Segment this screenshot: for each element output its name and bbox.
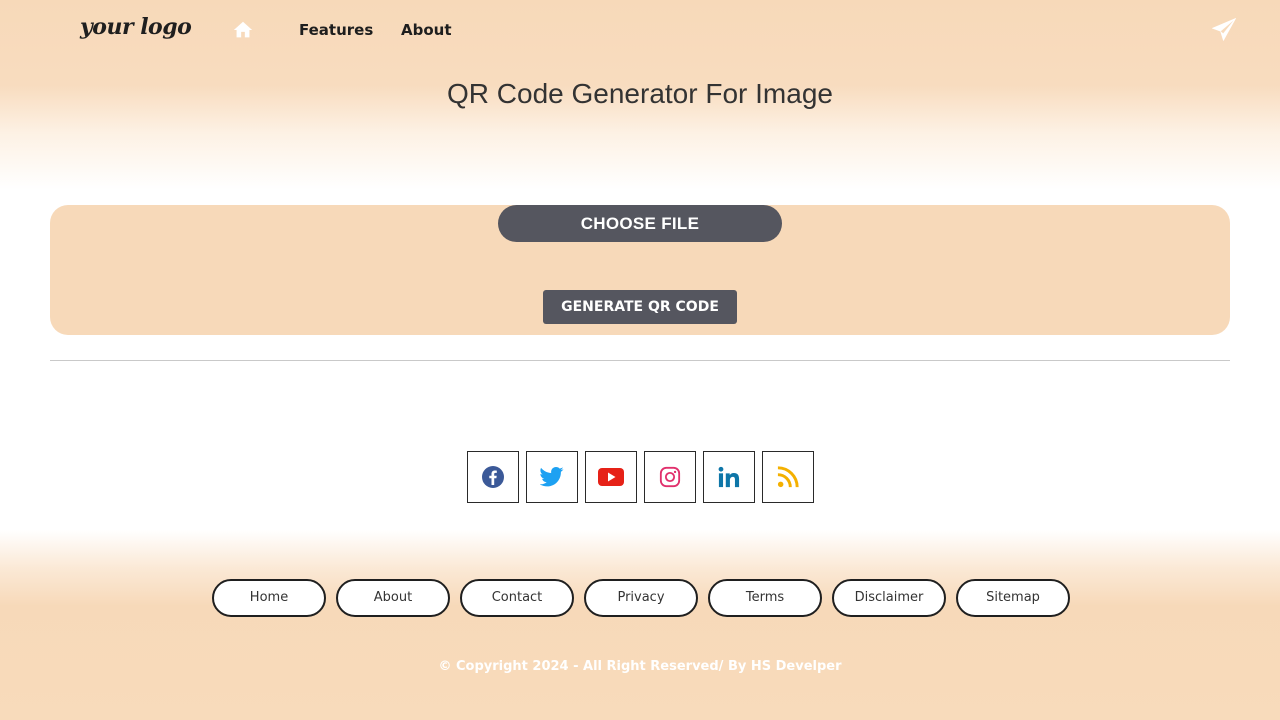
footer-link-about[interactable]: About (336, 579, 450, 617)
linkedin-link[interactable] (703, 451, 755, 503)
footer-link-privacy[interactable]: Privacy (584, 579, 698, 617)
twitter-icon (540, 467, 564, 487)
facebook-icon (482, 466, 504, 488)
footer-link-disclaimer[interactable]: Disclaimer (832, 579, 946, 617)
divider (50, 360, 1230, 361)
rss-icon (777, 466, 799, 488)
home-icon[interactable] (232, 19, 254, 41)
copyright-text: © Copyright 2024 - All Right Reserved/ B… (438, 659, 842, 674)
upload-panel: CHOOSE FILE GENERATE QR CODE (50, 205, 1230, 335)
nav-about-link[interactable]: About (401, 21, 452, 39)
paper-plane-icon[interactable] (1210, 16, 1238, 44)
footer-link-contact[interactable]: Contact (460, 579, 574, 617)
twitter-link[interactable] (526, 451, 578, 503)
generate-qr-button[interactable]: GENERATE QR CODE (543, 290, 737, 324)
linkedin-icon (718, 466, 740, 488)
footer-link-sitemap[interactable]: Sitemap (956, 579, 1070, 617)
page-title: QR Code Generator For Image (447, 78, 833, 109)
navbar: your logo Features About (0, 0, 1280, 62)
instagram-icon (659, 466, 681, 488)
social-links (467, 451, 814, 503)
logo[interactable]: your logo (80, 14, 192, 40)
footer-background (0, 530, 1280, 720)
footer-nav: Home About Contact Privacy Terms Disclai… (212, 579, 1070, 617)
instagram-link[interactable] (644, 451, 696, 503)
page: your logo Features About QR Code Generat… (0, 0, 1280, 720)
youtube-link[interactable] (585, 451, 637, 503)
footer-link-terms[interactable]: Terms (708, 579, 822, 617)
youtube-icon (598, 468, 624, 486)
nav-features-link[interactable]: Features (299, 21, 373, 39)
footer-link-home[interactable]: Home (212, 579, 326, 617)
rss-link[interactable] (762, 451, 814, 503)
choose-file-button[interactable]: CHOOSE FILE (498, 205, 782, 242)
facebook-link[interactable] (467, 451, 519, 503)
